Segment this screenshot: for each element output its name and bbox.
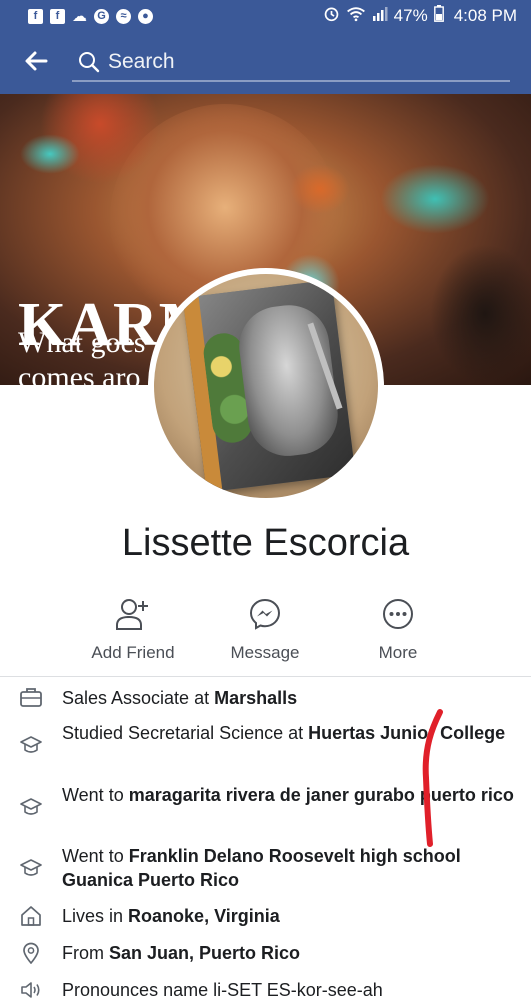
intro-item-education[interactable]: Studied Secretarial Science at Huertas J… [0, 720, 531, 772]
alarm-icon [323, 5, 340, 27]
intro-bold[interactable]: maragarita rivera de janer gurabo puerto… [129, 785, 514, 805]
profile-name: Lissette Escorcia [121, 522, 410, 564]
intro-item-education[interactable]: Went to Franklin Delano Roosevelt high s… [0, 843, 531, 895]
cover-text-subtitle: What goes comes aro [18, 326, 145, 385]
intro-text: Went to Franklin Delano Roosevelt high s… [62, 844, 517, 892]
section-divider [0, 676, 531, 677]
cover-text-line: What goes [18, 326, 146, 359]
cover-art [380, 164, 490, 234]
back-button[interactable] [8, 32, 64, 94]
intro-text: Sales Associate at Marshalls [62, 686, 517, 710]
cover-art [20, 134, 80, 174]
profile-picture-image [154, 274, 378, 498]
intro-item-pronunciation[interactable]: Pronounces name li-SET ES-kor-see-ah [0, 977, 531, 1000]
clock: 4:08 PM [453, 6, 517, 25]
add-friend-button[interactable]: Add Friend [73, 598, 193, 664]
facebook-icon: f [28, 8, 43, 24]
messenger-icon: ≈ [116, 8, 131, 24]
intro-prefix: Sales Associate at [62, 688, 215, 708]
more-button[interactable]: More [338, 598, 458, 664]
weather-icon: ☁ [72, 8, 87, 25]
message-button[interactable]: Message [205, 598, 325, 664]
status-bar: f f ☁ G ≈ ● 47% 4:08 PM [0, 0, 531, 32]
add-friend-label: Add Friend [91, 643, 175, 662]
battery-icon [433, 5, 444, 27]
briefcase-icon [20, 686, 42, 708]
intro-prefix: Went to [62, 846, 129, 866]
intro-bold[interactable]: Marshalls [214, 688, 297, 708]
battery-percent: 47% [393, 6, 428, 25]
intro-item-hometown[interactable]: From San Juan, Puerto Rico [0, 940, 531, 968]
notification-icons: f f ☁ G ≈ ● [28, 7, 153, 25]
search-icon [78, 51, 100, 73]
search-header: Search [0, 32, 531, 94]
intro-bold[interactable]: Roanoke, Virginia [128, 906, 280, 926]
intro-item-education[interactable]: Went to maragarita rivera de janer gurab… [0, 782, 531, 834]
intro-prefix: Pronounces name li-SET ES-kor-see-ah [62, 980, 383, 1000]
book-image [182, 279, 356, 493]
search-placeholder: Search [108, 50, 175, 73]
intro-text: Lives in Roanoke, Virginia [62, 904, 517, 928]
system-status: 47% 4:08 PM [323, 5, 517, 27]
cover-text-line: comes aro [18, 360, 141, 386]
intro-prefix: Studied Secretarial Science at [62, 723, 309, 743]
search-input[interactable]: Search [72, 44, 510, 82]
graduation-cap-icon [20, 734, 42, 756]
intro-text: From San Juan, Puerto Rico [62, 941, 517, 965]
signal-icon [372, 6, 388, 26]
home-icon [20, 905, 42, 927]
intro-prefix: Went to [62, 785, 129, 805]
intro-prefix: From [62, 943, 109, 963]
add-friend-icon [116, 598, 150, 635]
profile-actions: Add Friend Message More [0, 598, 531, 664]
profile-picture[interactable] [148, 268, 384, 504]
intro-text: Studied Secretarial Science at Huertas J… [62, 721, 517, 745]
alien-icon: ● [138, 8, 153, 24]
intro-item-residence[interactable]: Lives in Roanoke, Virginia [0, 903, 531, 931]
back-arrow-icon [24, 50, 48, 77]
intro-item-work[interactable]: Sales Associate at Marshalls [0, 684, 531, 712]
intro-text: Went to maragarita rivera de janer gurab… [62, 783, 517, 807]
cover-art [430, 244, 531, 384]
intro-text: Pronounces name li-SET ES-kor-see-ah [62, 978, 517, 1000]
intro-prefix: Lives in [62, 906, 129, 926]
speaker-icon [20, 979, 42, 1000]
messenger-icon [249, 598, 281, 635]
graduation-cap-icon [20, 857, 42, 879]
google-icon: G [94, 8, 109, 24]
wifi-icon [346, 6, 366, 27]
more-label: More [378, 643, 418, 662]
location-pin-icon [20, 942, 42, 964]
facebook-icon: f [50, 8, 65, 24]
intro-bold[interactable]: Huertas Junior College [308, 723, 505, 743]
cover-art [290, 164, 350, 214]
more-icon [382, 598, 414, 635]
intro-bold[interactable]: San Juan, Puerto Rico [109, 943, 300, 963]
message-label: Message [230, 643, 300, 662]
graduation-cap-icon [20, 796, 42, 818]
